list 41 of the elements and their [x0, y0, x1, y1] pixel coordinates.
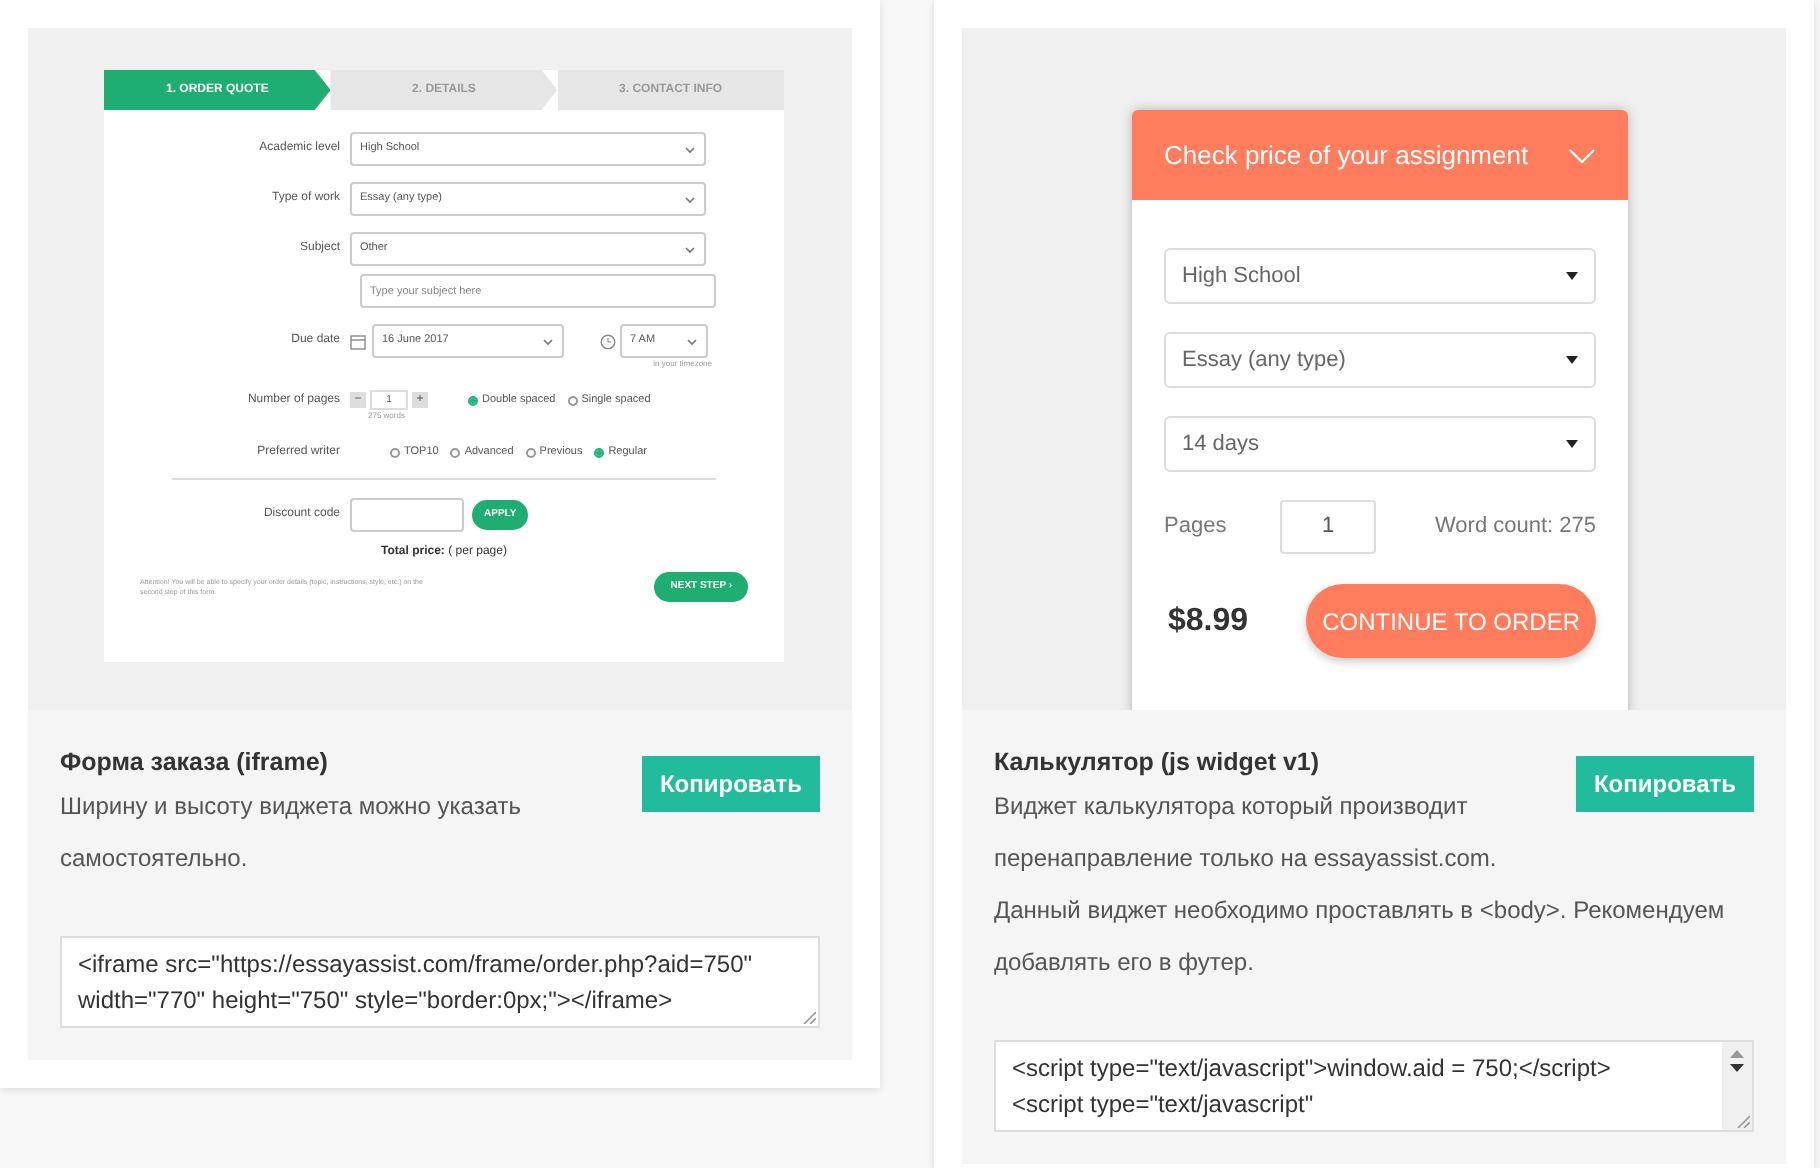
clock-icon — [600, 333, 616, 349]
caret-icon — [684, 195, 696, 203]
radio-button[interactable] — [567, 395, 578, 405]
calendar-icon — [350, 333, 366, 349]
description-text: Ширину и высоту виджета можно указать самостоятельно. — [60, 790, 524, 876]
dropdown-arrow-icon — [1566, 356, 1578, 364]
code-line: <script type="text/javascript" — [1012, 1088, 1316, 1122]
description-text: Данный виджет необходимо проставлять в <body>. Рекомендуем добавлять его в футер. — [994, 894, 1727, 980]
scrollbar[interactable] — [1722, 1042, 1752, 1130]
scroll-down-icon[interactable] — [1730, 1064, 1744, 1072]
price-text: $8.99 — [1168, 601, 1249, 641]
chevron-icon — [1568, 147, 1596, 163]
select-field[interactable]: Essay (any type) — [1164, 332, 1596, 388]
section-title: Калькулятор (js widget v1) — [994, 746, 1322, 780]
resize-handle-icon[interactable] — [802, 1010, 816, 1024]
discount-input[interactable] — [350, 498, 464, 532]
radio-button[interactable] — [390, 447, 400, 457]
dropdown-arrow-icon — [1566, 440, 1578, 448]
code-line: width="770" height="750" style="border:0px;"></iframe> — [78, 984, 675, 1018]
widget-title: Check price of your assignment — [1164, 137, 1529, 174]
code-line: <iframe src="https://essayassist.com/frame/order.php?aid=750" — [78, 948, 755, 982]
pages-input[interactable]: 1 — [1280, 500, 1376, 554]
dropdown-arrow-icon — [1566, 272, 1578, 280]
radio-button[interactable] — [450, 447, 461, 457]
word-count-text: Word count: 275 — [1434, 512, 1596, 543]
caret-icon — [684, 145, 696, 153]
description-text: Виджет калькулятора который производит перенаправление только на essayassist.com. — [994, 790, 1499, 876]
select-field[interactable]: High School — [1164, 248, 1596, 304]
caret-icon — [686, 337, 698, 345]
section-title: Форма заказа (iframe) — [60, 746, 330, 780]
code-line: <script type="text/javascript">window.aid = 750;</script> — [1012, 1052, 1613, 1086]
select-field[interactable]: 14 days — [1164, 416, 1596, 472]
pages-label: Pages — [1164, 512, 1229, 543]
code-textarea[interactable]: <iframe src="https://essayassist.com/frame/order.php?aid=750" width="770" height="750" style="border:0px;"></iframe> — [60, 936, 820, 1028]
radio-button[interactable] — [525, 447, 536, 457]
caret-icon — [542, 337, 554, 345]
code-textarea[interactable]: <script type="text/javascript">window.aid = 750;</script> <script type="text/javascript" — [994, 1040, 1754, 1132]
radio-button[interactable] — [468, 395, 478, 405]
radio-button[interactable] — [594, 447, 605, 457]
caret-icon — [684, 245, 696, 253]
resize-handle-icon[interactable] — [1736, 1114, 1750, 1128]
